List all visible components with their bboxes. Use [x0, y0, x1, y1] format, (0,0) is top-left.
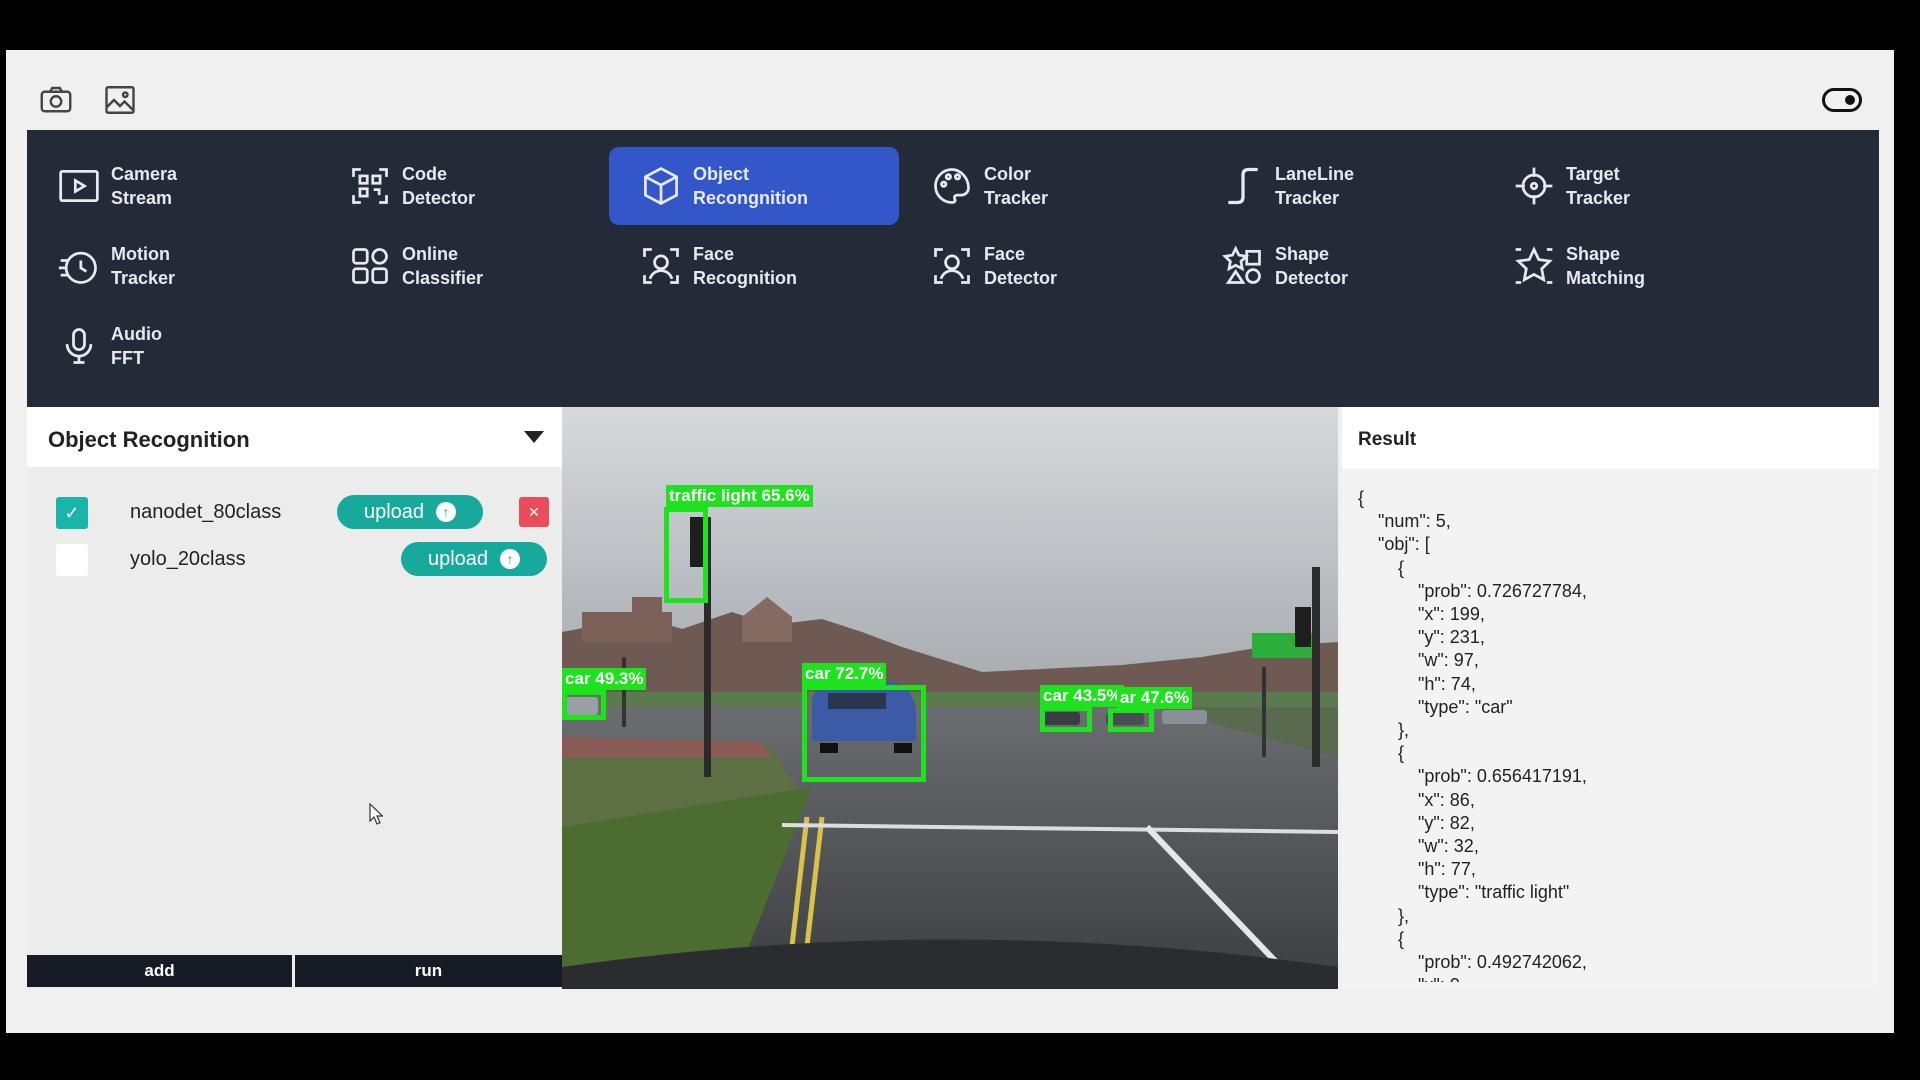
- nav-item-label: Object Recongnition: [693, 164, 808, 208]
- nav-item-object-recognition[interactable]: Object Recongnition: [609, 147, 899, 225]
- nav-item-label: LaneLine Tracker: [1275, 164, 1355, 208]
- upload-arrow-icon: ↑: [436, 502, 457, 522]
- nav-item-face-recognition[interactable]: Face Recognition: [609, 227, 899, 305]
- upload-label: upload: [427, 547, 489, 570]
- nav-item-label: Face Recognition: [693, 244, 797, 288]
- mouse-cursor-icon: [369, 803, 383, 825]
- model-checkbox-checked[interactable]: ✓: [56, 497, 88, 529]
- nav-item-label: Color Tracker: [984, 164, 1049, 208]
- nav-item-label: Shape Matching: [1566, 244, 1645, 288]
- result-title: Result: [1358, 429, 1417, 450]
- face-detector-icon: [934, 248, 970, 284]
- nav-item-online-classifier[interactable]: Online Classifier: [318, 227, 608, 305]
- add-button[interactable]: add: [27, 955, 292, 987]
- nav-item-label: Target Tracker: [1566, 164, 1631, 208]
- detection-label: traffic light 65.6%: [666, 485, 813, 507]
- function-nav: Camera Stream Code Detector Object Recon…: [27, 130, 1879, 407]
- lane-line-icon: [1228, 167, 1258, 205]
- nav-item-shape-detector[interactable]: Shape Detector: [1191, 227, 1481, 305]
- palette-icon: [934, 168, 970, 204]
- camera-icon[interactable]: [38, 82, 74, 118]
- cube-icon: [644, 167, 678, 205]
- theme-toggle[interactable]: [1822, 88, 1862, 112]
- result-panel: Result { "num": 5, "obj": [ { "prob": 0.…: [1342, 407, 1879, 989]
- nav-item-label: Motion Tracker: [111, 244, 176, 288]
- camera-stream-icon: [59, 169, 99, 203]
- nav-item-code-detector[interactable]: Code Detector: [318, 147, 608, 225]
- detection-box: [562, 690, 606, 720]
- detection-box: [1108, 708, 1154, 732]
- app-window: Camera Stream Code Detector Object Recon…: [6, 50, 1894, 1033]
- nav-item-label: Audio FFT: [111, 324, 162, 368]
- delete-model-button[interactable]: ✕: [519, 497, 549, 527]
- upload-button[interactable]: upload ↑: [337, 495, 483, 529]
- star-match-icon: [1515, 246, 1553, 284]
- run-button[interactable]: run: [295, 955, 562, 987]
- nav-item-audio-fft[interactable]: Audio FFT: [27, 307, 317, 385]
- nav-item-label: Face Detector: [984, 244, 1058, 288]
- model-panel: Object Recognition ✓ nanodet_80class upl…: [27, 407, 562, 989]
- dropdown-caret-icon[interactable]: [524, 431, 544, 443]
- nav-item-camera-stream[interactable]: Camera Stream: [27, 147, 317, 225]
- upload-arrow-icon: ↑: [500, 549, 521, 569]
- result-json: { "num": 5, "obj": [ { "prob": 0.7267277…: [1358, 488, 1587, 982]
- top-toolbar: [6, 50, 1894, 130]
- image-icon[interactable]: [102, 82, 138, 118]
- nav-item-target-tracker[interactable]: Target Tracker: [1482, 147, 1772, 225]
- shapes-icon: [1222, 245, 1261, 284]
- model-name: yolo_20class: [130, 548, 246, 570]
- model-name: nanodet_80class: [130, 501, 282, 523]
- grid-icon: [352, 248, 388, 284]
- nav-item-label: Shape Detector: [1275, 244, 1349, 288]
- face-recognition-icon: [643, 248, 679, 284]
- model-row-yolo: yolo_20class upload ↑: [27, 538, 562, 578]
- camera-view: traffic light 65.6% car 49.3% car 72.7% …: [562, 407, 1338, 989]
- detection-box: [1040, 706, 1092, 732]
- detection-box: [664, 507, 708, 603]
- detection-label: ar 47.6%: [1117, 687, 1192, 709]
- microphone-icon: [65, 328, 93, 364]
- nav-item-laneline-tracker[interactable]: LaneLine Tracker: [1191, 147, 1481, 225]
- nav-item-shape-matching[interactable]: Shape Matching: [1482, 227, 1772, 305]
- panel-title: Object Recognition: [48, 427, 250, 452]
- motion-icon: [58, 251, 97, 284]
- model-checkbox-unchecked[interactable]: [56, 544, 88, 576]
- detection-label: car 49.3%: [562, 668, 647, 690]
- detection-label: car 43.5%: [1040, 685, 1125, 707]
- result-header: Result: [1342, 407, 1879, 469]
- panel-header[interactable]: Object Recognition: [27, 407, 562, 467]
- detection-box: [802, 685, 926, 782]
- upload-label: upload: [363, 500, 425, 523]
- nav-item-motion-tracker[interactable]: Motion Tracker: [27, 227, 317, 305]
- model-row-nanodet: ✓ nanodet_80class upload ↑ ✕: [27, 491, 562, 531]
- upload-button[interactable]: upload ↑: [401, 542, 547, 576]
- nav-item-color-tracker[interactable]: Color Tracker: [900, 147, 1190, 225]
- nav-item-label: Camera Stream: [111, 164, 178, 208]
- nav-item-face-detector[interactable]: Face Detector: [900, 227, 1190, 305]
- crosshair-icon: [1515, 167, 1553, 205]
- qr-code-icon: [352, 168, 388, 204]
- nav-item-label: Online Classifier: [402, 244, 484, 288]
- nav-item-label: Code Detector: [402, 164, 476, 208]
- detection-label: car 72.7%: [802, 663, 887, 685]
